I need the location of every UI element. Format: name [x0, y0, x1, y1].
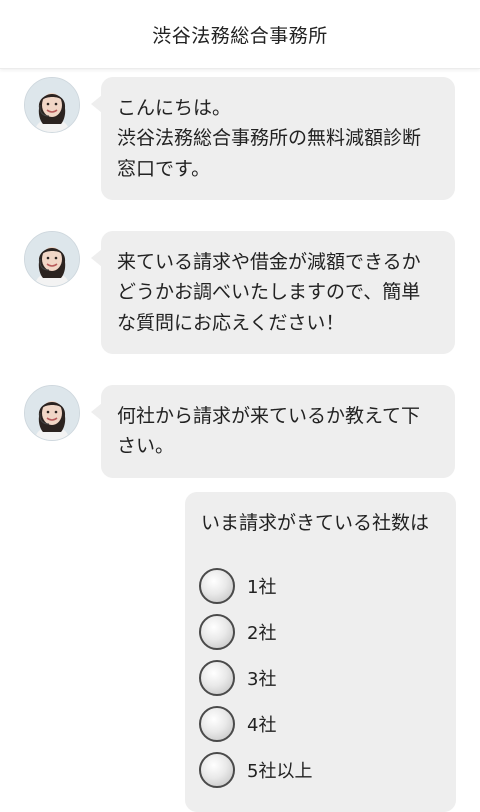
operator-avatar-icon [25, 386, 79, 440]
operator-avatar-icon [25, 232, 79, 286]
message-line: こんにちは。 [117, 97, 232, 119]
message-bubble: こんにちは。 渋谷法務総合事務所の無料減額診断 窓口です。 [91, 77, 455, 201]
operator-avatar-icon [25, 78, 79, 132]
operator-avatar [24, 385, 80, 441]
message-line: さい。 [117, 435, 175, 458]
option-list: 1社 2社 3社 4社 5社以上 [199, 563, 442, 793]
message-bubble: 来ている請求や借金が減額できるか どうかお調べいたしますので、簡単 な質問にお応… [91, 231, 455, 355]
question-text: いま請求がきている社数は [201, 512, 430, 534]
radio-button[interactable] [199, 660, 235, 696]
message-line: 来ている請求や借金が減額できるか [117, 251, 421, 273]
option-label: 3社 [247, 669, 277, 690]
option-label: 4社 [247, 715, 277, 736]
radio-button[interactable] [199, 706, 235, 742]
radio-button[interactable] [199, 568, 235, 604]
message-line: 窓口です。 [117, 157, 211, 180]
option-4[interactable]: 4社 [199, 701, 442, 747]
option-3[interactable]: 3社 [199, 655, 442, 701]
option-1[interactable]: 1社 [199, 563, 442, 609]
option-label: 2社 [247, 623, 277, 644]
app-header: 渋谷法務総合事務所 [0, 0, 480, 69]
option-2[interactable]: 2社 [199, 609, 442, 655]
message-line: 渋谷法務総合事務所の無料減額診断 [117, 127, 422, 150]
radio-button[interactable] [199, 752, 235, 788]
question-card: いま請求がきている社数は 1社 2社 3社 4社 5社以上 [185, 492, 456, 812]
option-label: 5社以上 [247, 761, 313, 782]
option-5-plus[interactable]: 5社以上 [199, 747, 442, 793]
operator-avatar [24, 231, 80, 287]
radio-button[interactable] [199, 614, 235, 650]
message-line: な質問にお応えください！ [117, 311, 345, 334]
message-bubble: 何社から請求が来ているか教えて下 さい。 [91, 385, 455, 478]
operator-avatar [24, 77, 80, 133]
page-title: 渋谷法務総合事務所 [152, 24, 328, 47]
message-line: 何社から請求が来ているか教えて下 [117, 405, 421, 427]
option-label: 1社 [247, 577, 277, 598]
message-line: どうかお調べいたしますので、簡単 [117, 281, 421, 304]
